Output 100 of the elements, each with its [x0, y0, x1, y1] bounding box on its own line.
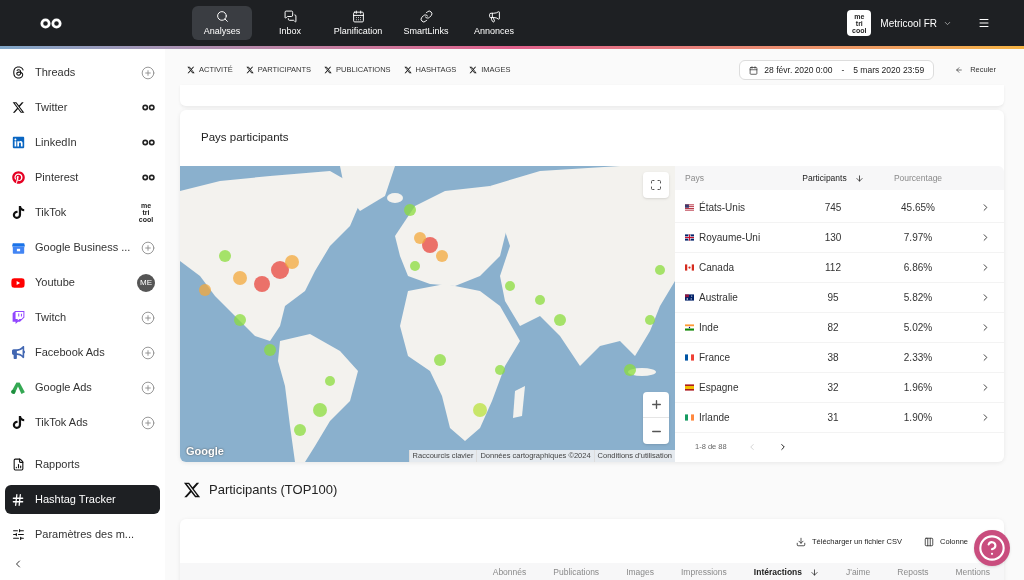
- sort-arrow-icon: [854, 173, 864, 183]
- nav-tab[interactable]: Annonces: [464, 6, 524, 40]
- columns-icon: [924, 537, 935, 547]
- column-header[interactable]: Participants: [802, 171, 864, 185]
- table-cell-text: 6.86%: [903, 261, 933, 275]
- table-cell-text: 2.33%: [903, 351, 933, 365]
- sidebar-item[interactable]: Facebook Ads: [5, 338, 160, 367]
- infinity-icon: [142, 139, 155, 146]
- pinterest-logo-icon: [11, 171, 25, 184]
- column-header[interactable]: Abonnés: [492, 566, 527, 578]
- plus-circle-icon[interactable]: [141, 240, 155, 255]
- table-cell-text: 38: [827, 351, 839, 365]
- x-logo-icon: [245, 66, 254, 74]
- flag-icon: [685, 384, 694, 391]
- flag-icon: [685, 204, 694, 211]
- menu-button[interactable]: [978, 17, 990, 29]
- sidebar-item[interactable]: Threads: [5, 58, 160, 87]
- table-cell-text: Inde: [699, 321, 719, 335]
- card-title: Pays participants: [201, 130, 289, 146]
- table-cell-text: Australie: [699, 291, 738, 305]
- sidebar-item[interactable]: Google Ads: [5, 373, 160, 402]
- table-cell-text: France: [699, 351, 731, 365]
- nav-tab[interactable]: SmartLinks: [396, 6, 456, 40]
- linkedin-logo-icon: [11, 136, 25, 149]
- table-cell-text: 5.02%: [903, 321, 933, 335]
- nav-tab[interactable]: Planification: [328, 6, 388, 40]
- youtube-logo-icon: [11, 275, 25, 290]
- search-icon: [215, 10, 229, 23]
- store-icon: [11, 241, 25, 254]
- sidebar-item[interactable]: Youtube ME: [5, 268, 160, 297]
- fullscreen-button[interactable]: [643, 172, 669, 198]
- table-cell-text: 45.65%: [901, 201, 935, 215]
- flag-icon: [685, 324, 694, 331]
- infinity-icon: [142, 174, 155, 181]
- column-header[interactable]: Pourcentage: [893, 171, 943, 185]
- flag-icon: [685, 354, 694, 361]
- sidebar-item[interactable]: TikTok Ads: [5, 408, 160, 437]
- infinity-icon: [142, 104, 155, 111]
- sidebar-item[interactable]: Rapports: [5, 450, 160, 479]
- download-icon: [796, 537, 806, 547]
- x-logo-icon: [403, 66, 412, 74]
- map-logo: Google: [186, 443, 224, 459]
- report-icon: [11, 458, 25, 471]
- megaphone-icon: [487, 10, 501, 23]
- flag-icon: [685, 294, 694, 301]
- flag-icon: [685, 414, 694, 421]
- sidebar-item[interactable]: LinkedIn: [5, 128, 160, 157]
- nav-tab[interactable]: Inbox: [260, 6, 320, 40]
- date-end: 5 mars 2020 23:59: [853, 63, 925, 77]
- x-logo-icon: [11, 101, 25, 114]
- date-separator: -: [840, 63, 846, 77]
- avatar: ME: [137, 273, 155, 292]
- column-header[interactable]: Intéractions: [753, 566, 819, 578]
- flag-icon: [685, 264, 694, 271]
- tiktok-logo-icon: [11, 416, 25, 429]
- sliders-icon: [11, 528, 25, 541]
- sidebar-item[interactable]: Paramètres des m...: [5, 520, 160, 549]
- date-range-picker[interactable]: 28 févr. 2020 0:00 - 5 mars 2020 23:59: [739, 60, 935, 80]
- sort-arrow-icon: [810, 567, 819, 577]
- hashtag-icon: [11, 492, 25, 507]
- link-icon: [419, 10, 433, 23]
- plus-circle-icon[interactable]: [141, 65, 155, 80]
- plus-circle-icon[interactable]: [141, 415, 155, 430]
- table-cell-text: 31: [827, 411, 839, 425]
- tiktok-logo-icon: [11, 206, 25, 219]
- sidebar-item[interactable]: Google Business ...: [5, 233, 160, 262]
- sidebar-item[interactable]: Twitch: [5, 303, 160, 332]
- twitch-logo-icon: [11, 311, 25, 324]
- table-cell-text: 1.90%: [903, 411, 933, 425]
- table-cell-text: 1.96%: [903, 381, 933, 395]
- menu-icon: [978, 17, 990, 29]
- calendar-icon: [351, 10, 365, 23]
- table-cell-text: 95: [827, 291, 839, 305]
- table-cell-text: 745: [824, 201, 842, 215]
- column-header[interactable]: J'aime: [846, 566, 871, 578]
- flag-icon: [685, 234, 694, 241]
- table-cell-text: Royaume-Uni: [699, 231, 761, 245]
- sidebar-item[interactable]: Hashtag Tracker: [5, 485, 160, 514]
- date-start: 28 févr. 2020 0:00: [764, 63, 833, 77]
- nav-tab[interactable]: Analyses: [192, 6, 252, 40]
- table-cell-text: Canada: [699, 261, 735, 275]
- account-switcher[interactable]: Metricool FR: [880, 15, 952, 31]
- plus-circle-icon[interactable]: [141, 310, 155, 325]
- chat-bubbles-icon: [283, 10, 297, 23]
- plus-circle-icon[interactable]: [141, 380, 155, 395]
- x-logo-icon: [469, 66, 478, 74]
- ads-triangle-icon: [11, 381, 25, 394]
- sidebar-item[interactable]: Pinterest: [5, 163, 160, 192]
- arrow-left-icon: [955, 66, 964, 74]
- table-cell-text: Irlande: [699, 411, 730, 425]
- column-header[interactable]: Impressions: [681, 566, 727, 578]
- threads-logo-icon: [11, 66, 25, 79]
- table-cell-text: 5.82%: [903, 291, 933, 305]
- table-cell-text: 130: [824, 231, 842, 245]
- x-logo-icon: [324, 66, 333, 74]
- table-cell: États-Unis: [699, 200, 746, 215]
- plus-circle-icon[interactable]: [141, 345, 155, 360]
- table-cell-text: 82: [827, 321, 839, 335]
- column-header[interactable]: Mentions: [955, 566, 990, 578]
- sidebar-item[interactable]: Twitter: [5, 93, 160, 122]
